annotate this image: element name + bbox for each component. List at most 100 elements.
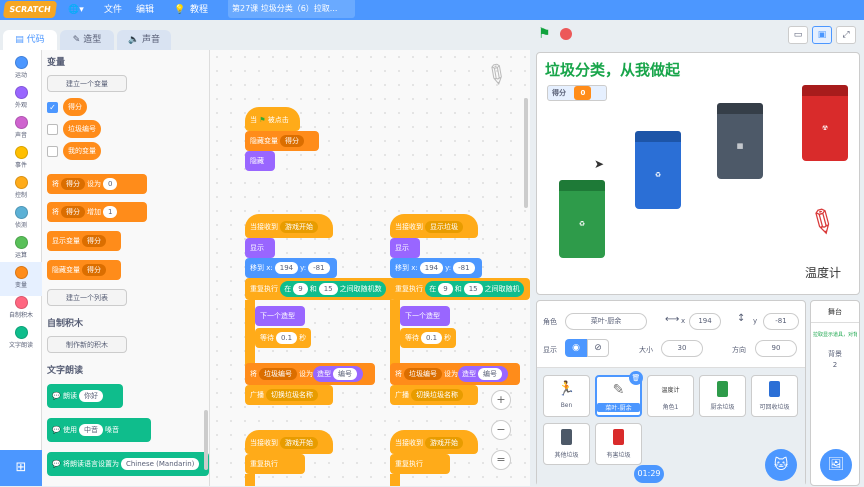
forever-block-3[interactable]: 重复执行 — [245, 454, 305, 474]
when-flag-clicked-block[interactable]: 当 ⚑ 被点击 — [245, 107, 300, 131]
wait-block[interactable]: 等待 0.1 秒 — [255, 328, 311, 348]
reporter-trash-id[interactable]: 垃圾编号 — [63, 120, 101, 138]
blue-bin: ♻ — [635, 131, 681, 209]
x-input[interactable]: 194 — [689, 313, 721, 330]
sprite-tile-compost[interactable]: 厨余垃圾 — [699, 375, 746, 417]
set-trash-id-block-2[interactable]: 将垃圾编号 设为 造型 编号 — [390, 363, 520, 385]
eye-icon[interactable]: ◉ — [565, 339, 587, 357]
green-flag-icon: ⚑ — [259, 116, 266, 124]
set-variable-block[interactable]: 将得分 设为 0 — [47, 174, 147, 194]
green-flag-icon[interactable]: ⚑ — [538, 26, 551, 42]
add-extension-button[interactable]: ⊞ — [0, 450, 42, 486]
set-language-block[interactable]: 💬 将朗读语言设置为 Chinese (Mandarin) — [47, 452, 209, 476]
scratch-logo[interactable]: SCRATCH — [2, 1, 58, 18]
stop-icon[interactable] — [560, 28, 572, 40]
broadcast-block-2[interactable]: 广播 切换垃圾名称 — [390, 385, 478, 405]
sprite-tile-recyclable[interactable]: 可回收垃圾 — [751, 375, 798, 417]
tts-heading: 文字朗读 — [47, 366, 84, 376]
zoom-out-button[interactable]: − — [491, 420, 511, 440]
tab-code[interactable]: ▤ 代码 — [3, 30, 57, 50]
eye-slash-icon[interactable]: ⊘ — [587, 339, 609, 357]
next-costume-block-2[interactable]: 下一个造型 — [400, 306, 450, 326]
category-menu: 运动 外观 声音 事件 控制 侦测 运算 变量 自制积木 文字朗读 ⊞ — [0, 50, 42, 486]
gray-bin: ▦ — [717, 103, 763, 179]
category-sound[interactable]: 声音 — [0, 112, 42, 146]
sprite-name-input[interactable]: 菜叶-厨余 — [565, 313, 647, 330]
y-input[interactable]: -81 — [763, 313, 799, 330]
large-stage-icon[interactable]: ▣ — [812, 26, 832, 44]
category-text2speech[interactable]: 文字朗读 — [0, 322, 42, 356]
category-events[interactable]: 事件 — [0, 142, 42, 176]
hide-variable-block[interactable]: 隐藏变量 得分 — [47, 260, 121, 280]
hide-block[interactable]: 隐藏 — [245, 151, 275, 171]
sprite-tile-hazard[interactable]: 有害垃圾 — [595, 423, 642, 465]
sprite-tile-other[interactable]: 其他垃圾 — [543, 423, 590, 465]
show-block[interactable]: 显示 — [245, 238, 275, 258]
direction-input[interactable]: 90 — [755, 340, 797, 357]
when-receive-block[interactable]: 当接收到 游戏开始 — [245, 214, 333, 238]
sprite-pane: 角色 菜叶-厨余 ⟷ x 194 ↕ y -81 显示 ◉ ⊘ 大小 30 方向… — [536, 300, 806, 487]
tutorials-menu[interactable]: 教程 — [190, 0, 208, 20]
make-block-button[interactable]: 制作新的积木 — [47, 336, 127, 353]
forever-block-2[interactable]: 重复执行 在 9 和 15 之间取随机 — [390, 278, 530, 300]
category-looks[interactable]: 外观 — [0, 82, 42, 116]
set-voice-block[interactable]: 💬 使用 中音 嗓音 — [47, 418, 151, 442]
lightbulb-icon: 💡 — [174, 5, 186, 15]
tab-sounds[interactable]: 🔈 声音 — [117, 30, 171, 50]
make-variable-button[interactable]: 建立一个变量 — [47, 75, 127, 92]
when-receive-block-3[interactable]: 当接收到 游戏开始 — [245, 430, 333, 454]
when-receive-block-4[interactable]: 当接收到 游戏开始 — [390, 430, 478, 454]
zoom-reset-button[interactable]: = — [491, 450, 511, 470]
checkbox-trash-id[interactable] — [47, 124, 58, 135]
code-workspace[interactable]: ✎ 当 ⚑ 被点击 隐藏变量 得分 隐藏 当接收到 游戏开始 显示 移到 x: 194… — [210, 50, 530, 486]
fullscreen-icon[interactable]: ⤢ — [836, 26, 856, 44]
goto-xy-block[interactable]: 移到 x: 194 y: -81 — [245, 258, 337, 278]
wait-block-2[interactable]: 等待 0.1 秒 — [400, 328, 456, 348]
sprite-tile-ben[interactable]: 🏃 Ben — [543, 375, 590, 417]
globe-icon[interactable]: 🌐▾ — [68, 0, 84, 20]
category-sensing[interactable]: 侦测 — [0, 202, 42, 236]
backdrop-count: 2 — [832, 361, 838, 369]
reporter-score[interactable]: 得分 — [63, 98, 87, 116]
file-menu[interactable]: 文件 — [104, 0, 122, 20]
trash-icon[interactable]: 🗑 — [629, 371, 643, 385]
category-control[interactable]: 控制 — [0, 172, 42, 206]
category-operators[interactable]: 运算 — [0, 232, 42, 266]
zoom-in-button[interactable]: + — [491, 390, 511, 410]
next-costume-block[interactable]: 下一个造型 — [255, 306, 305, 326]
forever-block[interactable]: 重复执行 在 9 和 15 之间取随机数 — [245, 278, 395, 300]
small-stage-icon[interactable]: ▭ — [788, 26, 808, 44]
set-trash-id-block[interactable]: 将垃圾编号 设为 造型 编号 — [245, 363, 375, 385]
change-variable-block[interactable]: 将得分 增加 1 — [47, 202, 147, 222]
make-list-button[interactable]: 建立一个列表 — [47, 289, 127, 306]
tab-costumes[interactable]: ✎ 造型 — [60, 30, 114, 50]
category-variables[interactable]: 变量 — [0, 262, 42, 296]
speak-block[interactable]: 💬 朗读 你好 — [47, 384, 123, 408]
broadcast-block[interactable]: 广播 切换垃圾名称 — [245, 385, 333, 405]
myblocks-heading: 自制积木 — [47, 319, 84, 329]
checkbox-score[interactable]: ✓ — [47, 102, 58, 113]
forever-arm-3 — [245, 474, 255, 486]
edit-menu[interactable]: 编辑 — [136, 0, 154, 20]
show-variable-block[interactable]: 显示变量 得分 — [47, 231, 121, 251]
stage-target-pane[interactable]: 舞台 拉取显示道具，对背景进行 背景 2 🖼 — [810, 300, 860, 486]
size-input[interactable]: 30 — [661, 340, 703, 357]
goto-xy-block-2[interactable]: 移到 x: 194 y: -81 — [390, 258, 482, 278]
show-block-2[interactable]: 显示 — [390, 238, 420, 258]
reporter-my-variable[interactable]: 我的变量 — [63, 142, 101, 160]
forever-block-4[interactable]: 重复执行 — [390, 454, 450, 474]
category-myblocks[interactable]: 自制积木 — [0, 292, 42, 326]
palette-scrollbar[interactable] — [204, 410, 208, 470]
when-receive-block-2[interactable]: 当接收到 显示垃圾 — [390, 214, 478, 238]
project-title-input[interactable]: 第27课 垃圾分类（6）拉取... — [228, 0, 355, 18]
show-label: 显示 — [543, 346, 557, 354]
stage-canvas[interactable]: 垃圾分类，从我做起 得分 0 ♻ ♻ ▦ ☢ ➤ ✎ 温度计 — [536, 52, 860, 295]
add-sprite-button[interactable]: 🐱 — [765, 449, 797, 481]
compost-icon: ♻ — [559, 190, 605, 258]
workspace-scrollbar[interactable] — [524, 98, 528, 208]
checkbox-my-variable[interactable] — [47, 146, 58, 157]
add-backdrop-button[interactable]: 🖼 — [820, 449, 852, 481]
sprite-tile-role1[interactable]: 温度计 角色1 — [647, 375, 694, 417]
category-motion[interactable]: 运动 — [0, 52, 42, 86]
hide-variable-script-block[interactable]: 隐藏变量 得分 — [245, 131, 319, 151]
